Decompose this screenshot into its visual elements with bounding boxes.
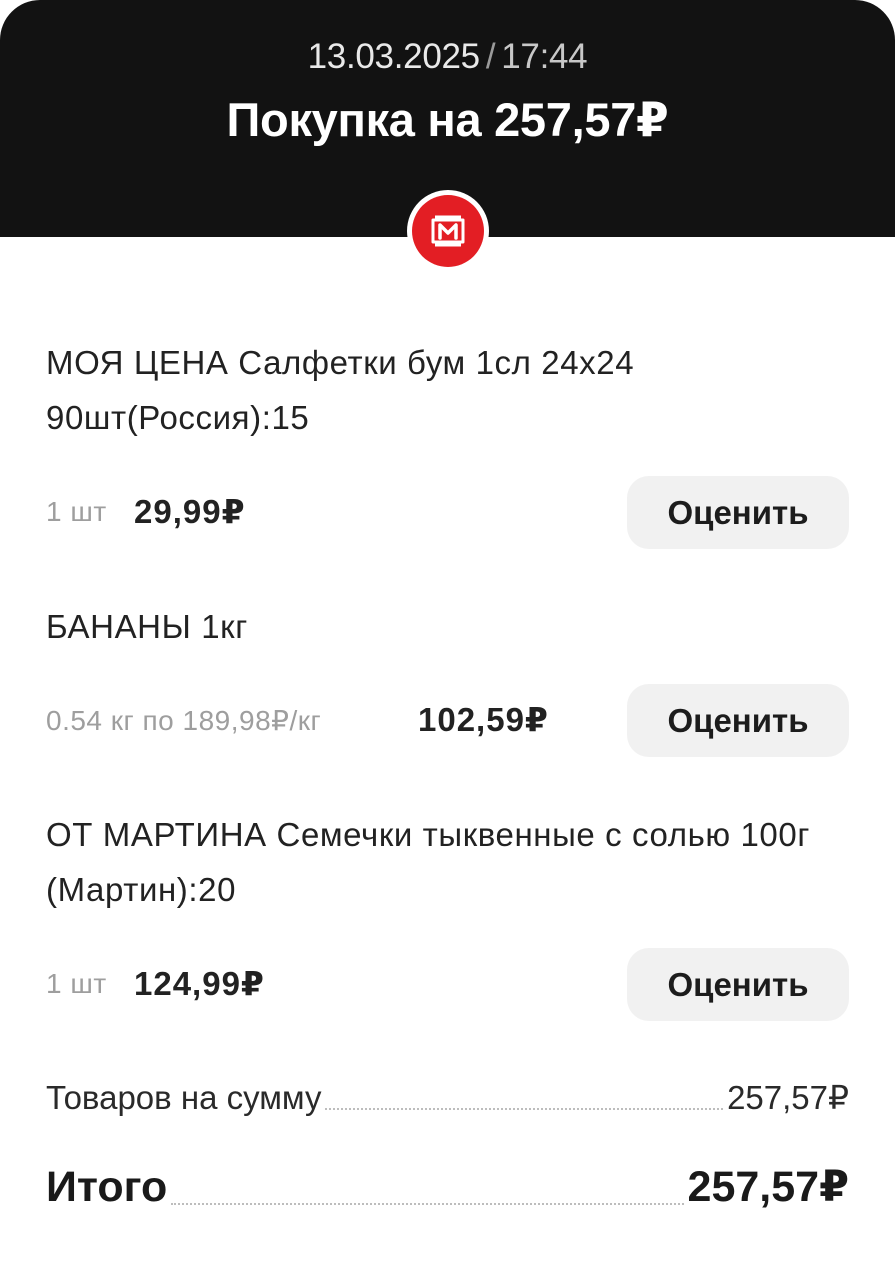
item-name: БАНАНЫ 1кг (46, 608, 248, 645)
rate-item-button[interactable]: Оценить (627, 684, 849, 757)
subtotal-label: Товаров на сумму (46, 1079, 322, 1116)
item-name: МОЯ ЦЕНА Салфетки бум 1сл 24х24 90шт(Рос… (46, 344, 635, 436)
purchase-datetime: 13.03.2025/17:44 (0, 37, 895, 77)
total-value: 257,57₽ (687, 1163, 849, 1211)
purchase-time: 17:44 (501, 37, 588, 76)
rate-item-button[interactable]: Оценить (627, 948, 849, 1021)
dotted-leader (325, 1108, 724, 1110)
store-logo (407, 190, 489, 272)
item-price: 124,99₽ (134, 965, 265, 1002)
purchase-date: 13.03.2025 (307, 37, 480, 76)
rate-item-button[interactable]: Оценить (627, 476, 849, 549)
datetime-separator: / (485, 37, 496, 76)
item-quantity: 1 шт (46, 968, 107, 999)
item-price: 102,59₽ (418, 701, 549, 738)
item-quantity: 1 шт (46, 496, 107, 527)
item-price: 29,99₽ (134, 493, 246, 530)
total-row: Итого 257,57₽ (46, 1162, 849, 1212)
item-name: ОТ МАРТИНА Семечки тыквенные с солью 100… (46, 816, 810, 908)
subtotal-value: 257,57₽ (727, 1079, 849, 1116)
purchase-title: Покупка на 257,57₽ (226, 93, 669, 146)
subtotal-row: Товаров на сумму 257,57₽ (46, 1078, 849, 1117)
dotted-leader (171, 1203, 684, 1205)
magnit-logo-icon (412, 195, 484, 267)
total-label: Итого (46, 1163, 168, 1211)
item-quantity: 0.54 кг по 189,98₽/кг (46, 705, 322, 736)
